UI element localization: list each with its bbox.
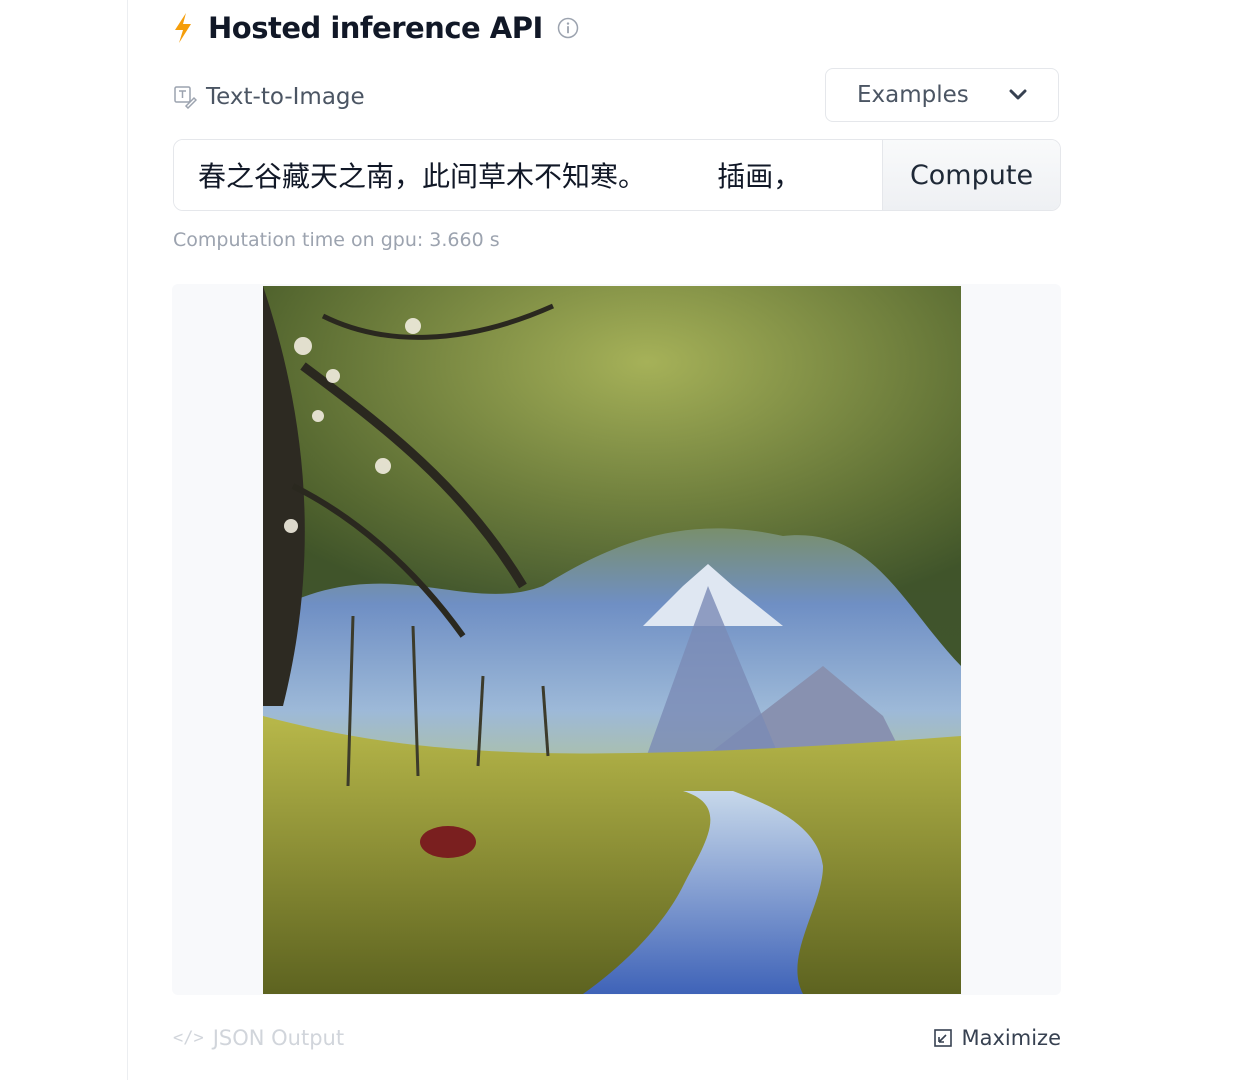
page-title: Hosted inference API <box>208 11 543 45</box>
compute-button[interactable]: Compute <box>882 140 1060 210</box>
json-output-toggle[interactable]: </> JSON Output <box>173 1026 344 1050</box>
maximize-button[interactable]: Maximize <box>933 1026 1061 1050</box>
examples-label: Examples <box>857 82 969 108</box>
prompt-bar: Compute <box>173 139 1061 211</box>
widget-header: Hosted inference API <box>172 8 579 48</box>
chevron-down-icon <box>1009 89 1027 100</box>
info-icon[interactable] <box>557 17 579 39</box>
maximize-label: Maximize <box>961 1026 1061 1050</box>
examples-dropdown[interactable]: Examples <box>825 68 1059 122</box>
code-icon: </> <box>173 1028 204 1048</box>
computation-time: Computation time on gpu: 3.660 s <box>173 229 500 251</box>
left-divider <box>127 0 128 1080</box>
task-type: Text-to-Image <box>173 80 365 114</box>
json-output-label: JSON Output <box>212 1026 345 1050</box>
generated-landscape-image <box>263 286 961 994</box>
task-label: Text-to-Image <box>206 84 365 110</box>
maximize-icon <box>933 1029 952 1047</box>
prompt-input[interactable] <box>174 140 882 210</box>
text-to-image-icon <box>174 86 197 109</box>
lightning-icon <box>175 13 191 43</box>
